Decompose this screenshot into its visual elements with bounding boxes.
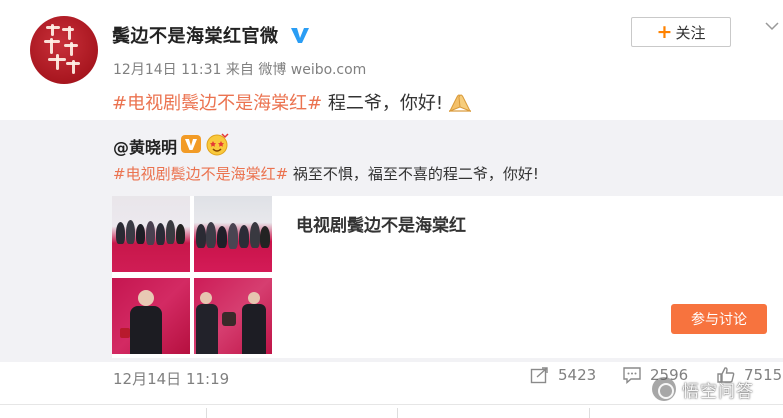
photo-thumbnail[interactable] [112, 196, 190, 272]
repost-body: #电视剧鬓边不是海棠红# 祸至不惧，福至不喜的程二爷，你好! [113, 163, 539, 184]
folded-hands-emoji-icon [449, 94, 472, 112]
like-count: 75158 [744, 366, 783, 384]
photo-thumbnail[interactable] [194, 278, 272, 354]
post-text: 程二爷，你好! [322, 93, 444, 114]
photo-thumbnail[interactable] [194, 196, 272, 272]
divider [206, 408, 207, 418]
star-eyes-emoji-icon [206, 133, 229, 156]
post-meta: 12月14日 11:31 来自 微博 weibo.com [113, 59, 366, 79]
comment-count: 2596 [650, 366, 689, 384]
share-icon [530, 367, 548, 384]
author-avatar[interactable] [30, 16, 98, 84]
repost-text: 祸至不惧，福至不喜的程二爷，你好! [288, 165, 539, 183]
chevron-down-icon[interactable] [764, 20, 780, 32]
photo-thumbnail[interactable] [112, 278, 190, 354]
divider [397, 408, 398, 418]
topic-card[interactable]: 电视剧鬓边不是海棠红 参与讨论 [112, 196, 783, 358]
topic-card-title[interactable]: 电视剧鬓边不是海棠红 [296, 211, 466, 236]
forward-count: 5423 [558, 366, 597, 384]
thumbs-up-icon [717, 367, 735, 383]
author-name[interactable]: 鬓边不是海棠红官微 [112, 22, 279, 48]
follow-label: 关注 [675, 23, 706, 42]
repost-user[interactable]: @黄晓明 [113, 134, 177, 158]
follow-button[interactable]: + 关注 [631, 17, 731, 47]
topic-link[interactable]: #电视剧鬓边不是海棠红# [112, 93, 322, 114]
repost-topic-link[interactable]: #电视剧鬓边不是海棠红# [113, 165, 288, 183]
weibo-post-card: 鬓边不是海棠红官微 + 关注 12月14日 11:31 来自 微博 weibo.… [0, 0, 783, 418]
forward-action[interactable]: 5423 [530, 366, 596, 384]
divider [0, 404, 783, 405]
avatar-calligraphy [42, 24, 86, 76]
divider [589, 408, 590, 418]
post-body: #电视剧鬓边不是海棠红# 程二爷，你好! [112, 89, 473, 115]
source-prefix: 来自 [225, 62, 254, 78]
repost-block: @黄晓明 #电视剧鬓边不是海棠红# 祸至不惧，福至不喜的程二爷，你好! 电视剧鬓… [0, 120, 783, 362]
join-discussion-button[interactable]: 参与讨论 [671, 304, 767, 334]
like-action[interactable]: 75158 [716, 366, 783, 384]
comment-icon [623, 367, 641, 384]
blue-v-icon [291, 28, 309, 43]
post-source[interactable]: 微博 weibo.com [258, 62, 366, 78]
repost-timestamp[interactable]: 12月14日 11:19 [113, 368, 229, 389]
comment-action[interactable]: 2596 [622, 366, 688, 384]
plus-icon: + [656, 20, 673, 43]
post-timestamp[interactable]: 12月14日 11:31 [113, 62, 221, 78]
orange-v-icon [181, 135, 201, 153]
